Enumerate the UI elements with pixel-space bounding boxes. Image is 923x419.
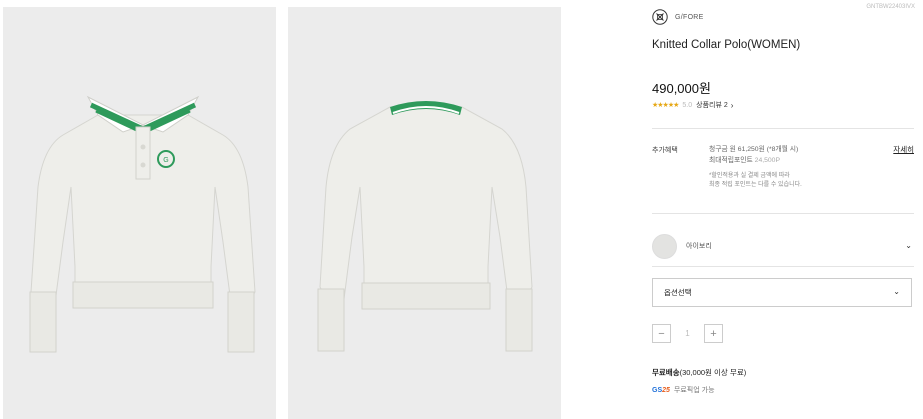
plus-icon[interactable]: + [704,324,723,343]
gs25-text: 무료픽업 가능 [673,387,715,394]
color-name: 아이보리 [686,243,712,250]
shipping-detail: (30,000원 이상 무료) [679,368,747,377]
sweater-front-illustration: G [3,7,276,419]
benefit-line-installment: 청구금 원 61,250원 (*8개월 시) [709,146,799,153]
gs25-logo-gs: GS [652,386,663,394]
divider [652,266,914,267]
option-select-label: 옵션선택 [664,288,692,297]
benefit-note: *할인적용과 실 결제 금액에 따라 최종 적립 포인트는 다를 수 있습니다. [709,172,802,190]
benefit-label: 추가혜택 [652,147,678,154]
brand-logo-icon [652,9,668,25]
gs25-logo: GS25 [652,387,670,394]
benefit-note-line2: 최종 적립 포인트는 다를 수 있습니다. [709,182,802,188]
chevron-down-icon: ⌄ [893,287,900,296]
product-price: 490,000원 [652,81,711,96]
benefit-detail: 청구금 원 61,250원 (*8개월 시) 최대적립포인트 24,500P *… [709,145,802,190]
product-info-panel: GNTBW22403IVX G/FORE Knitted Collar Polo… [652,0,923,419]
brand-name: G/FORE [675,13,704,21]
sweater-back-illustration [288,7,561,419]
benefit-points-value: 24,500P [754,156,780,164]
option-select[interactable]: 옵션선택 ⌄ [652,278,912,307]
gs25-pickup: GS25 무료픽업 가능 [652,385,715,395]
color-selector[interactable]: 아이보리 ⌄ [652,233,914,259]
shipping-info: 무료배송(30,000원 이상 무료) [652,367,746,378]
rating-row: ★★★★★ 5.0 상품리뷰 2 › [652,100,733,110]
rating-score: 5.0 [682,101,693,109]
product-sku: GNTBW22403IVX [866,4,915,10]
benefit-note-line1: *할인적용과 실 결제 금액에 따라 [709,173,790,179]
benefit-line-points: 최대적립포인트 24,500P [709,156,802,167]
product-title: Knitted Collar Polo(WOMEN) [652,39,801,51]
chevron-right-icon[interactable]: › [731,101,734,110]
quantity-stepper: − 1 + [652,324,723,343]
color-swatch[interactable] [652,233,677,259]
svg-text:G: G [163,157,168,164]
rating-stars: ★★★★★ [652,102,679,109]
benefit-points-label: 최대적립포인트 [709,156,753,164]
brand-row[interactable]: G/FORE [652,8,704,26]
minus-icon[interactable]: − [652,324,671,343]
shipping-strong: 무료배송 [652,368,680,377]
product-image-back[interactable] [288,7,561,419]
chevron-down-icon[interactable]: ⌄ [905,241,912,250]
review-link[interactable]: 상품리뷰 2 [696,100,728,110]
product-image-front[interactable]: G [3,7,276,419]
divider [652,128,914,129]
gs25-logo-num: 25 [662,386,670,394]
divider [652,213,914,214]
benefit-detail-link[interactable]: 자세히 [893,144,914,155]
quantity-value[interactable]: 1 [671,329,704,338]
